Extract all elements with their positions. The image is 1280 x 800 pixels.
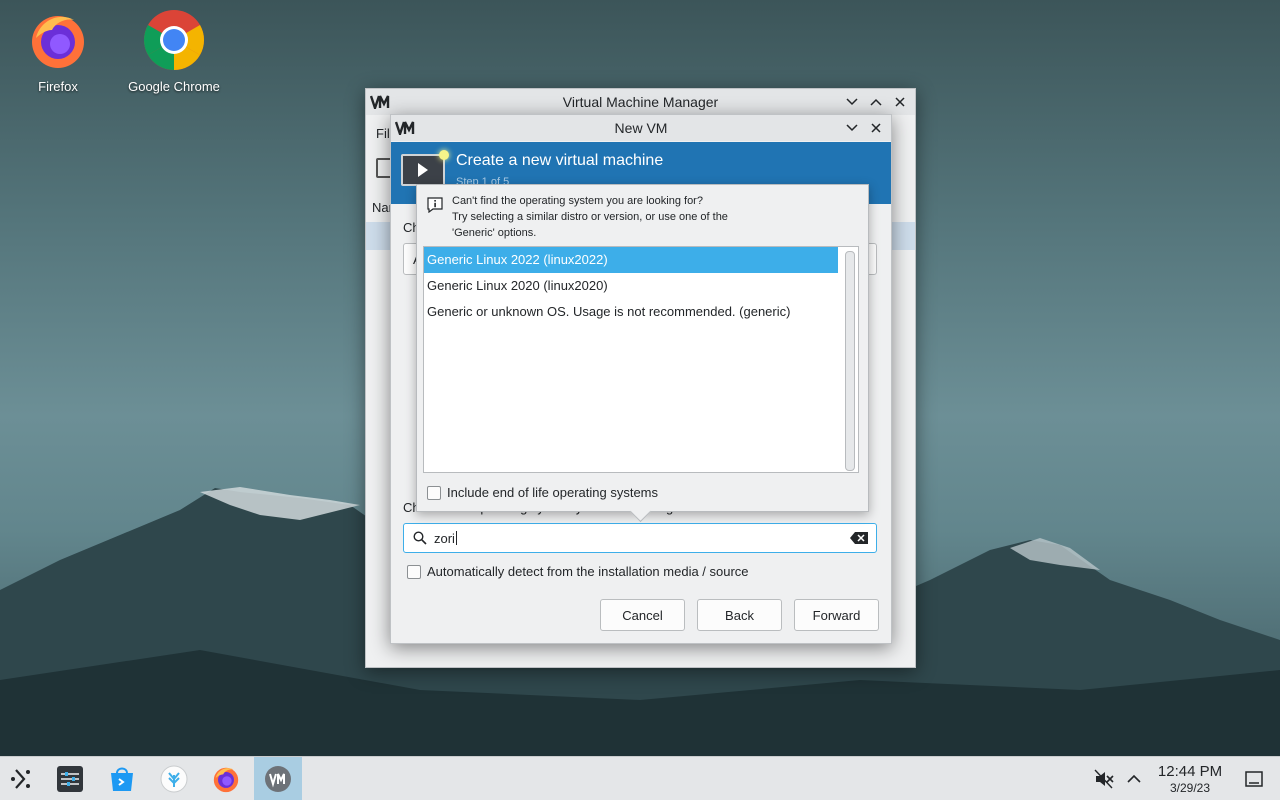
kde-connect-icon — [160, 765, 188, 793]
clock-time: 12:44 PM — [1157, 763, 1223, 780]
minimize-button[interactable] — [841, 89, 863, 115]
os-list-item[interactable]: Generic or unknown OS. Usage is not reco… — [424, 299, 838, 325]
auto-detect-checkbox-row[interactable]: Automatically detect from the installati… — [407, 564, 749, 579]
back-button[interactable]: Back — [697, 599, 782, 631]
desktop-icon-google-chrome[interactable]: Google Chrome — [119, 8, 229, 94]
discover-button[interactable] — [100, 757, 144, 800]
new-vm-monitor-icon — [401, 150, 449, 186]
application-launcher-icon — [11, 769, 30, 789]
forward-button[interactable]: Forward — [794, 599, 879, 631]
vmm-titlebar[interactable]: Virtual Machine Manager — [366, 89, 915, 115]
search-icon — [413, 531, 427, 545]
chevron-down-icon — [846, 124, 858, 132]
eol-label: Include end of life operating systems — [447, 485, 659, 500]
desktop-icon-label: Firefox — [38, 79, 78, 94]
cancel-button[interactable]: Cancel — [600, 599, 685, 631]
desktop-icon-firefox[interactable]: Firefox — [3, 8, 113, 94]
clock-date: 3/29/23 — [1169, 781, 1211, 795]
new-vm-titlebar[interactable]: New VM — [391, 115, 891, 141]
clear-text-icon[interactable] — [850, 532, 868, 544]
firefox-icon — [213, 767, 239, 793]
minimize-button[interactable] — [841, 115, 863, 141]
eol-checkbox[interactable] — [427, 485, 441, 500]
os-search-value: zori — [434, 531, 455, 546]
firefox-icon — [32, 16, 84, 68]
system-settings-button[interactable] — [48, 757, 92, 800]
show-desktop-icon — [1245, 771, 1263, 787]
close-button[interactable] — [889, 89, 911, 115]
discover-store-icon — [111, 767, 133, 791]
close-icon — [871, 123, 881, 133]
os-selection-popup: Can't find the operating system you are … — [416, 184, 869, 523]
volume-muted-icon — [1094, 769, 1114, 789]
banner-title: Create a new virtual machine — [456, 152, 664, 169]
close-button[interactable] — [865, 115, 887, 141]
hint-line: Try selecting a similar distro or versio… — [452, 211, 728, 223]
info-icon — [427, 197, 443, 213]
hint-line: Can't find the operating system you are … — [452, 195, 703, 207]
os-list-item[interactable]: Generic Linux 2022 (linux2022) — [424, 247, 838, 273]
chrome-icon — [143, 10, 205, 71]
os-list[interactable]: Generic Linux 2022 (linux2022) Generic L… — [423, 246, 859, 473]
taskbar: 12:44 PM 3/29/23 — [0, 756, 1280, 800]
hint-line: 'Generic' options. — [452, 227, 537, 239]
chevron-down-icon — [846, 98, 858, 106]
virt-manager-taskbar-button[interactable] — [254, 757, 302, 800]
show-desktop-button[interactable] — [1232, 757, 1276, 800]
auto-detect-label: Automatically detect from the installati… — [427, 564, 749, 579]
os-search-input[interactable]: zori — [403, 523, 877, 553]
eol-checkbox-row[interactable]: Include end of life operating systems — [427, 485, 658, 500]
virt-manager-icon — [265, 766, 291, 792]
vmm-window-title: Virtual Machine Manager — [562, 94, 719, 110]
os-list-item[interactable]: Generic Linux 2020 (linux2020) — [424, 273, 838, 299]
chevron-up-icon — [1127, 774, 1141, 783]
os-list-scrollbar[interactable] — [845, 251, 855, 471]
digital-clock[interactable]: 12:44 PM 3/29/23 — [1148, 763, 1232, 795]
chevron-up-icon — [870, 98, 882, 106]
new-vm-dialog-title: New VM — [614, 120, 668, 136]
close-icon — [895, 97, 905, 107]
auto-detect-checkbox[interactable] — [407, 564, 421, 579]
application-launcher-button[interactable] — [0, 757, 44, 800]
kde-connect-button[interactable] — [152, 757, 196, 800]
firefox-taskbar-button[interactable] — [204, 757, 248, 800]
os-hint-text: Can't find the operating system you are … — [452, 193, 728, 241]
settings-icon — [57, 766, 83, 792]
desktop-icon-label: Google Chrome — [128, 79, 220, 94]
maximize-button[interactable] — [865, 89, 887, 115]
